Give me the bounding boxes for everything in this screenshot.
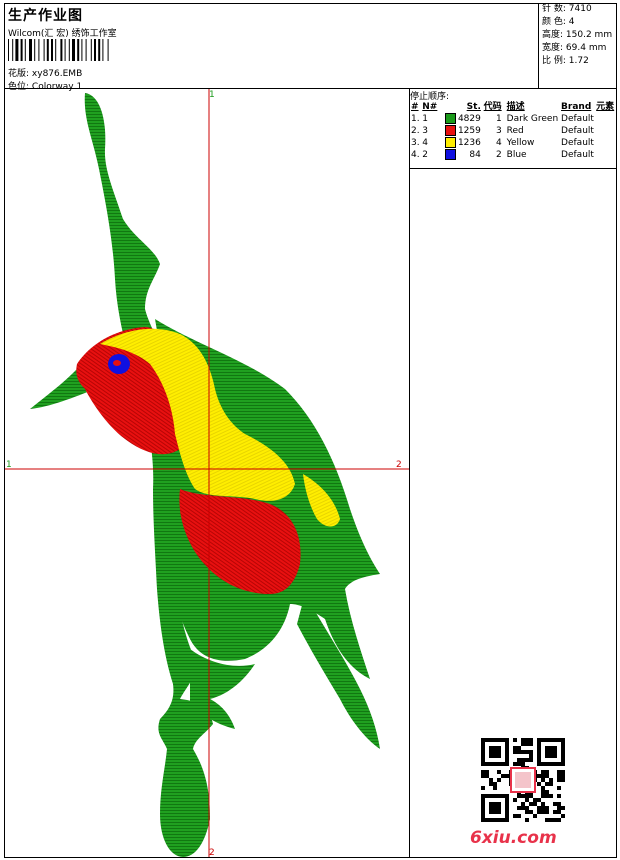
table-row: 3. 4 1236 4 Yellow Default bbox=[411, 137, 594, 148]
color-swatch bbox=[444, 137, 456, 148]
table-row: 1. 1 4829 1 Dark Green Default bbox=[411, 113, 594, 124]
table-row: 4. 2 84 2 Blue Default bbox=[411, 149, 594, 160]
color-swatch bbox=[444, 113, 456, 124]
crosshair-label-left: 1 bbox=[6, 460, 12, 470]
stop-table-divider bbox=[409, 168, 617, 169]
company-name: Wilcom(汇 宏) 绣饰工作室 bbox=[8, 29, 117, 39]
color-swatch bbox=[444, 125, 456, 136]
stat-stitches: 针 数: 7410 bbox=[542, 4, 592, 14]
stop-sequence-table: # N# St. 代码 描述 Brand 元素 1. 1 4829 1 Dark Gr… bbox=[410, 101, 616, 161]
stat-width: 宽度: 69.4 mm bbox=[542, 43, 607, 53]
stat-scale: 比 例: 1.72 bbox=[542, 56, 589, 66]
eye-highlight-shape bbox=[113, 360, 121, 366]
crosshair-label-top: 1 bbox=[209, 90, 215, 100]
stats-panel: 针 数: 7410 颜 色: 4 高度: 150.2 mm 宽度: 69.4 m… bbox=[538, 3, 617, 89]
header-info: 生产作业图 Wilcom(汇 宏) 绣饰工作室 花版: xy876.EMB 色位… bbox=[6, 4, 536, 92]
qr-code bbox=[481, 738, 565, 822]
design-file: 花版: xy876.EMB bbox=[8, 66, 82, 79]
panel-divider bbox=[409, 88, 410, 858]
crosshair-label-right: 2 bbox=[396, 460, 402, 470]
stat-colors: 颜 色: 4 bbox=[542, 17, 575, 27]
barcode bbox=[8, 39, 109, 61]
color-swatch bbox=[444, 149, 456, 160]
page-title: 生产作业图 bbox=[8, 8, 83, 24]
table-row: 2. 3 1259 3 Red Default bbox=[411, 125, 594, 136]
design-label: 花版: bbox=[8, 69, 30, 79]
design-value: xy876.EMB bbox=[31, 69, 83, 79]
watermark-logo: 6xiu.com bbox=[470, 828, 557, 848]
crosshair-label-bottom: 2 bbox=[209, 848, 215, 857]
embroidery-preview: 1 1 2 2 bbox=[5, 89, 409, 857]
stat-height: 高度: 150.2 mm bbox=[542, 30, 613, 40]
table-header-row: # N# St. 代码 描述 Brand 元素 bbox=[411, 102, 615, 112]
